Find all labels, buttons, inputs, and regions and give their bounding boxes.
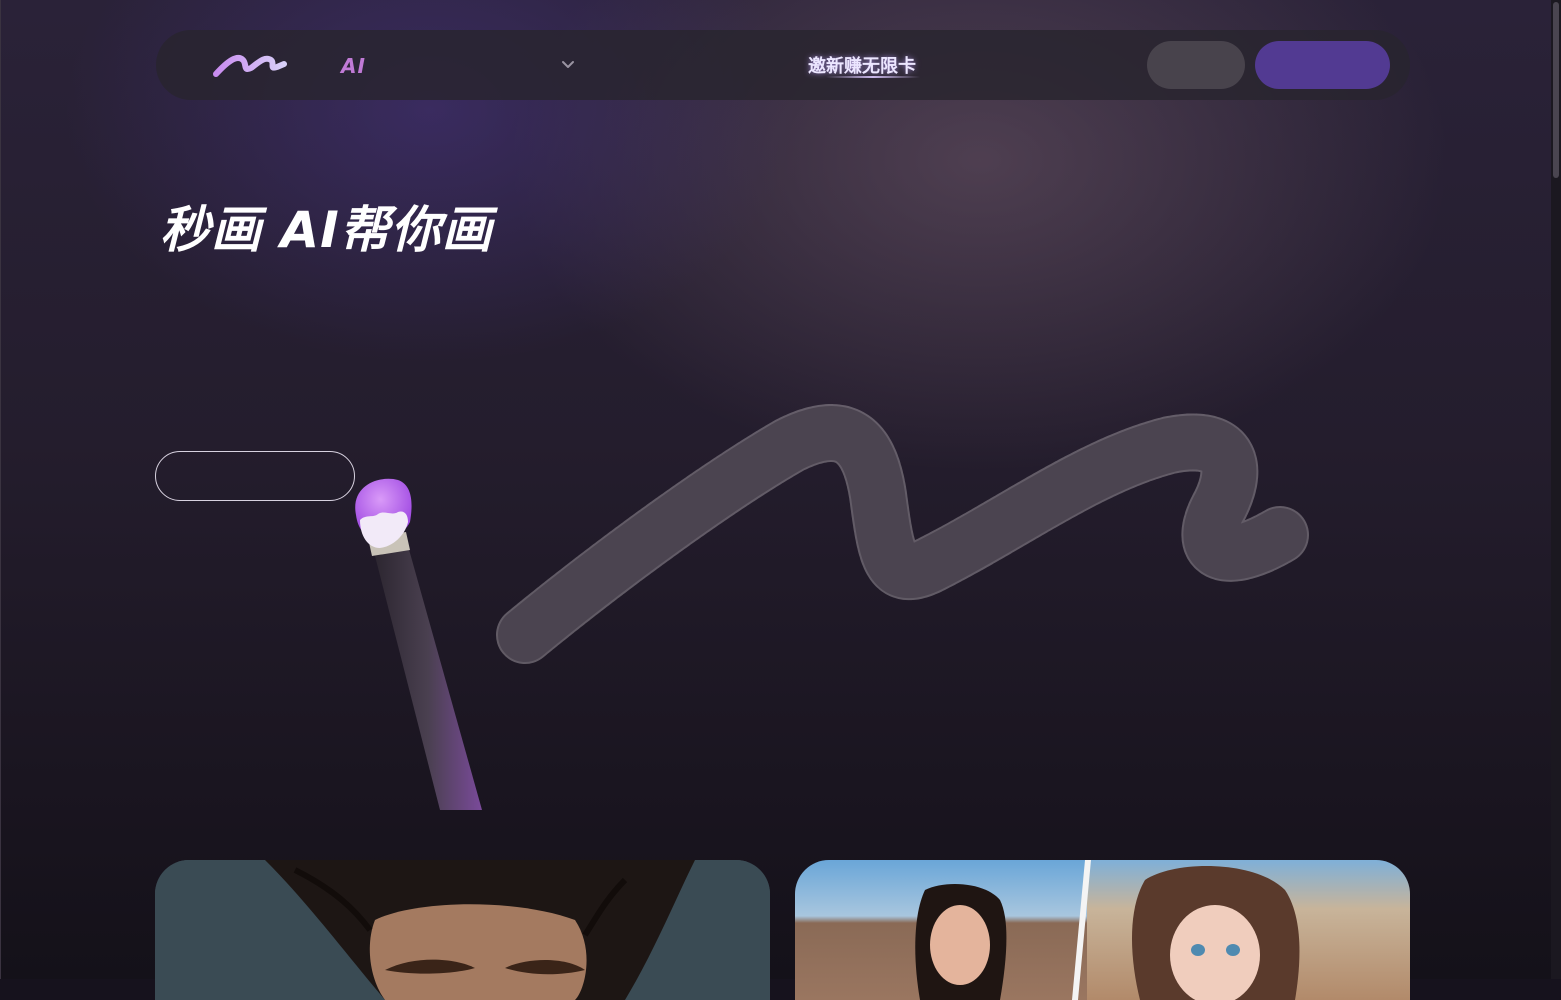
- product-label[interactable]: AI: [341, 54, 366, 78]
- start-creating-button[interactable]: [155, 451, 355, 501]
- chevron-down-icon[interactable]: [560, 58, 576, 72]
- hero-title: 秒画 AI帮你画: [160, 201, 493, 259]
- logo-icon[interactable]: [213, 48, 287, 80]
- invite-promo-link[interactable]: 邀新赚无限卡: [808, 52, 916, 78]
- signup-button[interactable]: [1255, 41, 1390, 89]
- window-edge: [0, 0, 1, 979]
- portrait-photo-card[interactable]: [155, 860, 770, 1000]
- paintbrush-icon: [355, 478, 482, 810]
- invite-underline: [826, 76, 920, 78]
- portrait-photo-image: [155, 860, 770, 1000]
- brush-stroke-illustration: [496, 404, 1309, 664]
- before-after-card[interactable]: [795, 860, 1410, 1000]
- scrollbar[interactable]: [1551, 0, 1561, 979]
- scrollbar-thumb[interactable]: [1553, 2, 1559, 178]
- before-after-portrait-image: [795, 860, 1410, 1000]
- login-button[interactable]: [1147, 41, 1245, 89]
